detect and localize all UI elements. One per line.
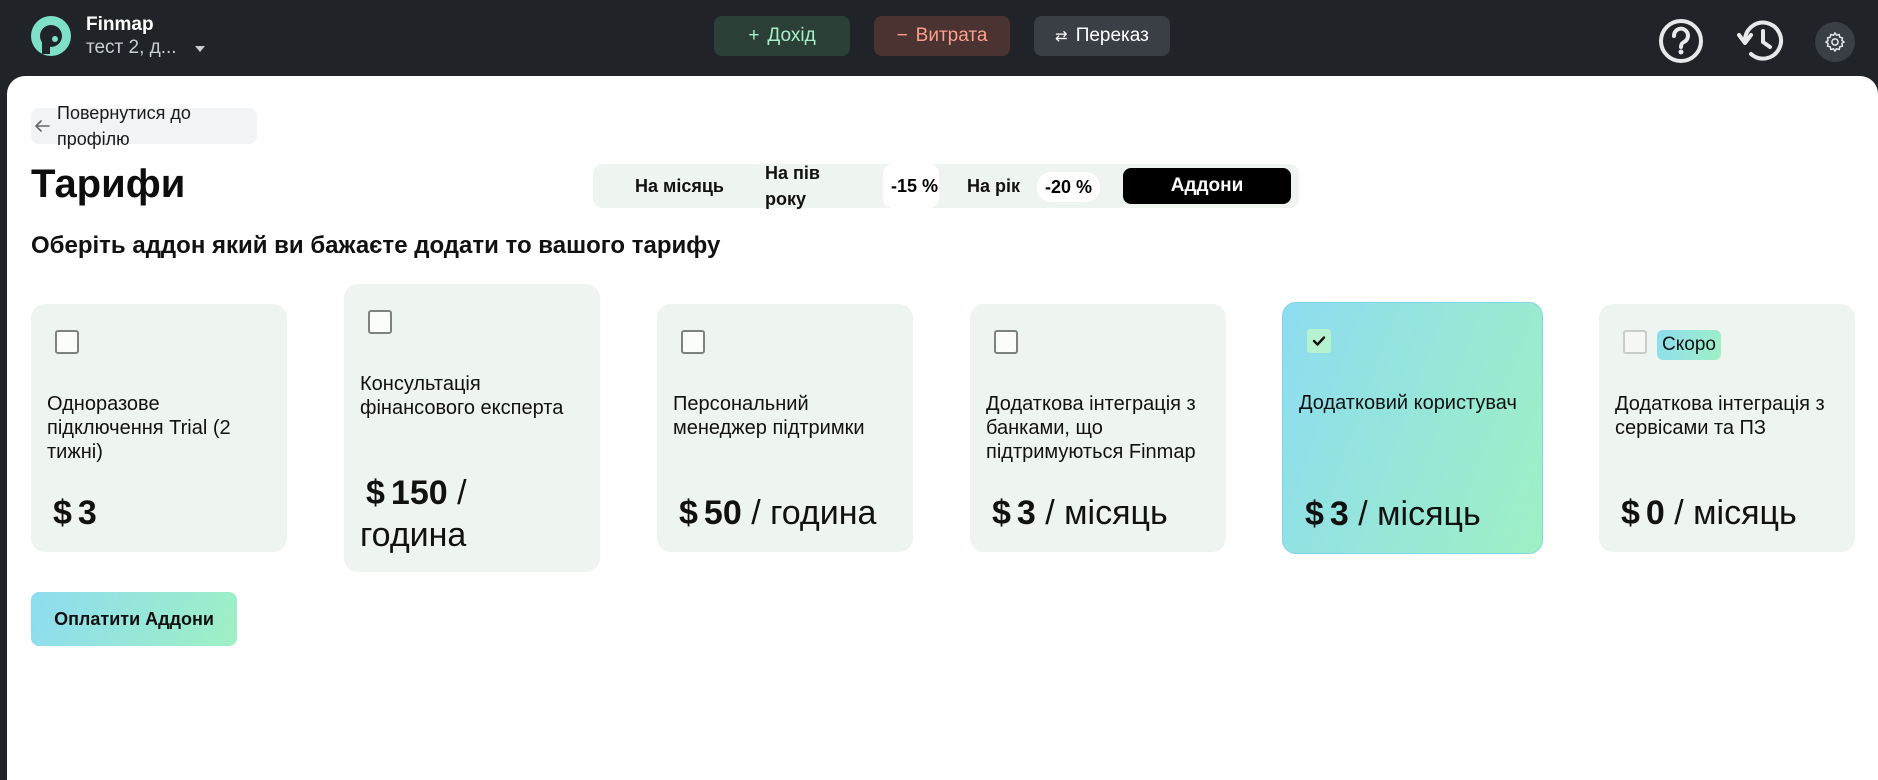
chevron-down-icon bbox=[194, 46, 205, 52]
price-period: / місяць bbox=[1035, 494, 1168, 532]
add-transfer-button[interactable]: ⇄ Переказ bbox=[1034, 16, 1170, 56]
price-amount: 0 bbox=[1645, 494, 1665, 532]
arrow-left-icon bbox=[35, 120, 50, 132]
addon-card-bank-integration[interactable]: Додаткова інтеграція з банками, що підтр… bbox=[970, 304, 1226, 552]
addon-title: Додаткова інтеграція з банками, що підтр… bbox=[986, 393, 1196, 463]
addon-checkbox[interactable] bbox=[368, 310, 392, 334]
addon-price: $3 / місяць bbox=[992, 492, 1232, 534]
addon-card-trial[interactable]: Одноразове підключення Trial (2 тижні) $… bbox=[31, 304, 287, 552]
price-amount: 3 bbox=[1329, 495, 1349, 533]
price-currency: $ bbox=[992, 494, 1011, 532]
price-period: / місяць bbox=[1348, 495, 1481, 533]
company-subtitle: тест 2, д... bbox=[86, 36, 205, 60]
addon-title: Додаткова інтеграція з сервісами та ПЗ bbox=[1615, 393, 1825, 439]
add-expense-button[interactable]: − Витрата bbox=[874, 16, 1010, 56]
price-currency: $ bbox=[679, 494, 698, 532]
price-amount: 50 bbox=[703, 494, 742, 532]
price-period: / місяць bbox=[1664, 494, 1797, 532]
addon-checkbox[interactable] bbox=[994, 330, 1018, 354]
addon-price: $3 / місяць bbox=[1305, 493, 1545, 535]
transfer-label: Переказ bbox=[1075, 25, 1149, 46]
plus-icon: + bbox=[748, 25, 760, 46]
price-amount: 3 bbox=[77, 494, 97, 532]
coming-soon-badge: Скоро bbox=[1657, 330, 1721, 360]
gear-icon bbox=[1825, 32, 1845, 52]
minus-icon: − bbox=[896, 25, 908, 46]
plan-period-tabs: На місяць На пів року -15 % На рік -20 %… bbox=[593, 163, 1299, 209]
company-subtitle-text: тест 2, д... bbox=[86, 37, 177, 58]
pay-addons-button[interactable]: Оплатити Аддони bbox=[31, 592, 237, 646]
price-amount: 150 bbox=[390, 474, 448, 512]
main-panel: Повернутися до профілю Тарифи На місяць … bbox=[7, 76, 1878, 780]
addon-checkbox[interactable] bbox=[681, 330, 705, 354]
check-icon bbox=[1312, 336, 1326, 346]
half-year-discount-badge: -15 % bbox=[883, 164, 939, 208]
tab-addons[interactable]: Аддони bbox=[1123, 168, 1291, 204]
expense-label: Витрата bbox=[915, 25, 988, 46]
price-currency: $ bbox=[53, 494, 72, 532]
settings-button[interactable] bbox=[1815, 22, 1855, 62]
addon-price: $150 / година bbox=[360, 472, 580, 556]
company-switcher[interactable]: Finmap тест 2, д... bbox=[86, 14, 205, 60]
add-income-button[interactable]: + Дохід bbox=[714, 16, 850, 56]
year-discount-badge: -20 % bbox=[1037, 172, 1101, 202]
tab-month[interactable]: На місяць bbox=[635, 164, 724, 208]
addon-checkbox[interactable] bbox=[55, 330, 79, 354]
tab-half-year[interactable]: На пів року bbox=[765, 163, 825, 209]
addon-price: $3 bbox=[53, 492, 293, 534]
top-bar: Finmap тест 2, д... + Дохід − Витрата ⇄ … bbox=[0, 0, 1878, 76]
tab-year[interactable]: На рік bbox=[967, 164, 1020, 208]
addon-price: $50 / година bbox=[679, 492, 919, 534]
addon-title: Персональний менеджер підтримки bbox=[673, 393, 865, 439]
price-currency: $ bbox=[1621, 494, 1640, 532]
addon-checkbox-disabled bbox=[1623, 330, 1647, 354]
addon-title: Одноразове підключення Trial (2 тижні) bbox=[47, 393, 231, 463]
company-name: Finmap bbox=[86, 14, 154, 35]
price-currency: $ bbox=[366, 474, 385, 512]
addon-card-consultation[interactable]: Консультація фінансового експерта $150 /… bbox=[344, 284, 600, 572]
addon-card-services-integration: Скоро Додаткова інтеграція з сервісами т… bbox=[1599, 304, 1855, 552]
section-subtitle: Оберіть аддон який ви бажаєте додати то … bbox=[31, 232, 721, 259]
help-icon[interactable] bbox=[1658, 18, 1704, 64]
addon-card-extra-user[interactable]: Додатковий користувач $3 / місяць bbox=[1282, 302, 1543, 554]
addon-price: $0 / місяць bbox=[1621, 492, 1861, 534]
price-amount: 3 bbox=[1016, 494, 1036, 532]
addon-card-personal-manager[interactable]: Персональний менеджер підтримки $50 / го… bbox=[657, 304, 913, 552]
addon-title: Додатковий користувач bbox=[1299, 392, 1517, 414]
history-icon[interactable] bbox=[1737, 18, 1785, 64]
price-currency: $ bbox=[1305, 495, 1324, 533]
addon-checkbox-checked[interactable] bbox=[1307, 329, 1331, 353]
price-period: / година bbox=[741, 494, 877, 532]
addon-title: Консультація фінансового експерта bbox=[360, 373, 564, 419]
page-title: Тарифи bbox=[31, 162, 186, 206]
back-to-profile-button[interactable]: Повернутися до профілю bbox=[31, 103, 257, 149]
transfer-arrows-icon: ⇄ bbox=[1055, 28, 1068, 45]
finmap-logo-icon[interactable] bbox=[30, 15, 72, 57]
back-label: Повернутися до профілю bbox=[57, 103, 191, 149]
income-label: Дохід bbox=[767, 25, 816, 46]
